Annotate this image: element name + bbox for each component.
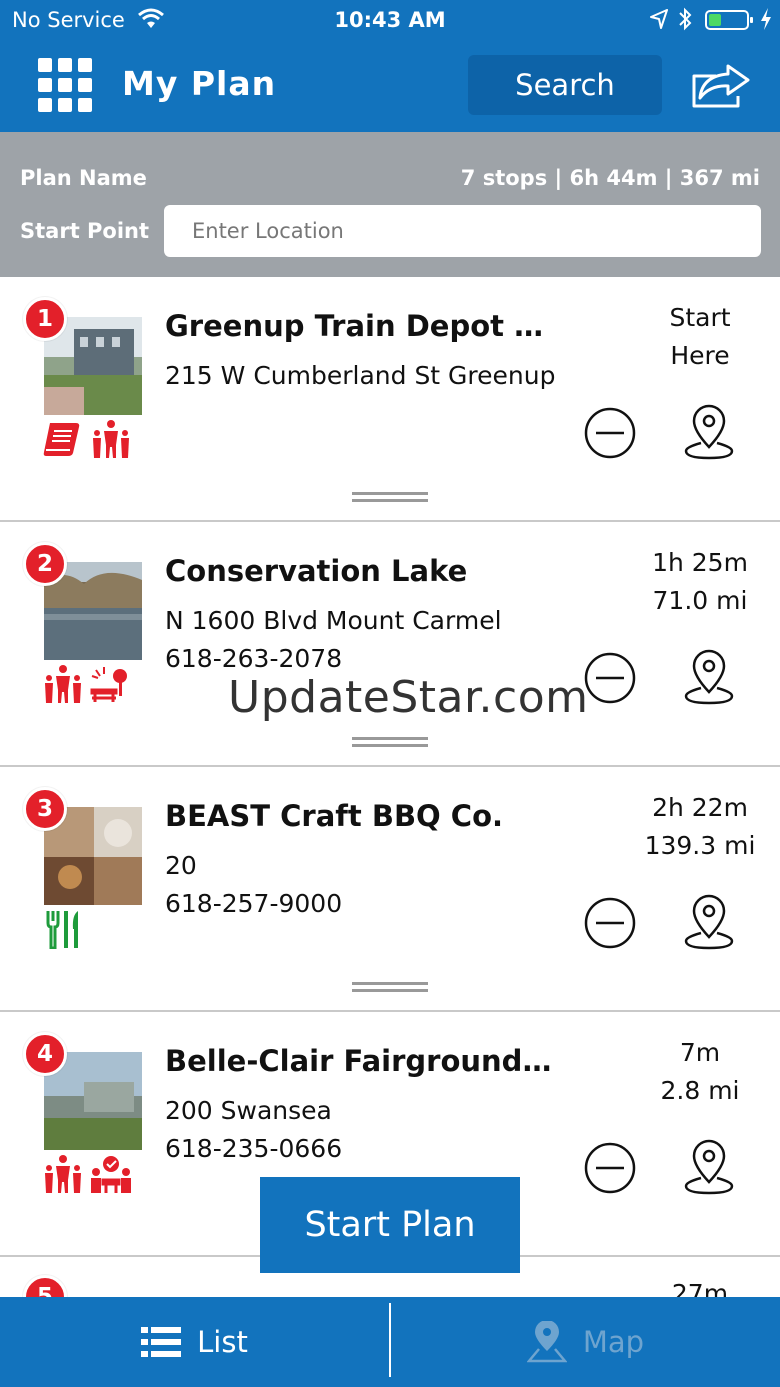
stop-address: N 1600 Blvd Mount Carmel bbox=[165, 606, 502, 635]
stop-travel-info: 1h 25m 71.0 mi bbox=[630, 544, 770, 620]
status-bar: No Service 10:43 AM bbox=[0, 0, 780, 40]
family-icon bbox=[93, 420, 129, 458]
stop-name[interactable]: Belle-Clair Fairgrounds &... bbox=[165, 1044, 565, 1078]
start-location-input[interactable] bbox=[164, 205, 761, 257]
stop-travel-info: 7m 2.8 mi bbox=[630, 1034, 770, 1110]
dining-icon bbox=[46, 911, 78, 949]
remove-stop-button[interactable] bbox=[584, 1142, 636, 1194]
battery-icon bbox=[705, 10, 753, 30]
share-icon[interactable] bbox=[690, 62, 752, 108]
drag-handle[interactable] bbox=[352, 982, 428, 994]
picnic-icon bbox=[90, 667, 127, 702]
meeting-icon bbox=[91, 1156, 131, 1193]
tab-list[interactable]: List bbox=[0, 1297, 389, 1387]
stop-travel-time: 27m bbox=[671, 1279, 729, 1297]
stop-travel-info: 2h 22m 139.3 mi bbox=[630, 789, 770, 865]
map-pin-icon[interactable] bbox=[682, 1138, 736, 1196]
start-point-label: Start Point bbox=[20, 219, 150, 243]
stop-travel-time: 7m bbox=[679, 1038, 721, 1067]
map-pin-icon[interactable] bbox=[682, 648, 736, 706]
history-book-icon bbox=[43, 423, 80, 456]
stop-number-badge: 2 bbox=[23, 542, 67, 586]
tab-map-label: Map bbox=[582, 1325, 645, 1359]
stop-address: 200 Swansea bbox=[165, 1096, 332, 1125]
stop-travel-time: 2h 22m bbox=[652, 793, 748, 822]
family-icon bbox=[45, 665, 81, 703]
bluetooth-icon bbox=[679, 7, 692, 31]
drag-handle[interactable] bbox=[352, 492, 428, 504]
remove-stop-button[interactable] bbox=[584, 407, 636, 459]
map-pin-icon[interactable] bbox=[682, 893, 736, 951]
stop-item[interactable]: 1 Greenup Train Depot &... 215 W Cumberl… bbox=[0, 277, 780, 522]
stop-item[interactable]: 2 Conservation Lake N 1600 Blvd Mount Ca… bbox=[0, 522, 780, 767]
stop-travel-distance: Here bbox=[670, 341, 730, 370]
family-icon bbox=[45, 1155, 81, 1193]
app-header: No Service 10:43 AM My Plan Search bbox=[0, 0, 780, 132]
tab-list-label: List bbox=[197, 1325, 248, 1359]
stop-item[interactable]: 3 BEAST Craft BBQ Co. 20 618-257-9000 2h… bbox=[0, 767, 780, 1012]
stop-name[interactable]: BEAST Craft BBQ Co. bbox=[165, 799, 565, 833]
watermark: UpdateStar.com bbox=[228, 672, 589, 723]
remove-stop-button[interactable] bbox=[584, 897, 636, 949]
stop-number-badge: 5 bbox=[23, 1275, 67, 1297]
location-arrow-icon bbox=[650, 9, 668, 29]
stop-travel-distance: 2.8 mi bbox=[660, 1076, 740, 1105]
search-button[interactable]: Search bbox=[468, 55, 662, 115]
plan-info-bar: Plan Name 7 stops | 6h 44m | 367 mi Star… bbox=[0, 132, 780, 277]
category-icons bbox=[42, 1154, 132, 1194]
grid-menu-icon[interactable] bbox=[38, 58, 92, 112]
stop-travel-time: 1h 25m bbox=[652, 548, 748, 577]
page-title: My Plan bbox=[122, 64, 277, 103]
category-icons bbox=[42, 664, 132, 704]
stop-number-badge: 1 bbox=[23, 297, 67, 341]
stop-name[interactable]: Conservation Lake bbox=[165, 554, 565, 588]
stop-phone[interactable]: 618-257-9000 bbox=[165, 889, 342, 918]
list-icon bbox=[141, 1327, 182, 1357]
charging-icon bbox=[761, 8, 771, 30]
stop-travel-distance: 139.3 mi bbox=[644, 831, 756, 860]
bottom-tab-bar: List Map bbox=[0, 1297, 780, 1387]
start-plan-button[interactable]: Start Plan bbox=[260, 1177, 520, 1273]
map-pin-icon[interactable] bbox=[682, 403, 736, 461]
category-icons bbox=[42, 419, 132, 459]
remove-stop-button[interactable] bbox=[584, 652, 636, 704]
plan-stats: 7 stops | 6h 44m | 367 mi bbox=[460, 166, 760, 190]
drag-handle[interactable] bbox=[352, 737, 428, 749]
map-marker-icon bbox=[526, 1321, 567, 1363]
stop-number-badge: 3 bbox=[23, 787, 67, 831]
tab-map[interactable]: Map bbox=[391, 1297, 780, 1387]
stop-number-badge: 4 bbox=[23, 1032, 67, 1076]
stop-phone[interactable]: 618-235-0666 bbox=[165, 1134, 342, 1163]
stop-name[interactable]: Greenup Train Depot &... bbox=[165, 309, 565, 343]
stop-phone[interactable]: 618-263-2078 bbox=[165, 644, 342, 673]
plan-name-label: Plan Name bbox=[20, 166, 147, 190]
stop-travel-time: Start bbox=[669, 303, 731, 332]
stop-address: 20 bbox=[165, 851, 197, 880]
stop-travel-info: Start Here bbox=[630, 299, 770, 375]
stop-address: 215 W Cumberland St Greenup bbox=[165, 361, 556, 390]
category-icons bbox=[42, 909, 84, 949]
stop-travel-distance: 71.0 mi bbox=[652, 586, 748, 615]
stop-travel-info: 27m bbox=[630, 1275, 770, 1297]
